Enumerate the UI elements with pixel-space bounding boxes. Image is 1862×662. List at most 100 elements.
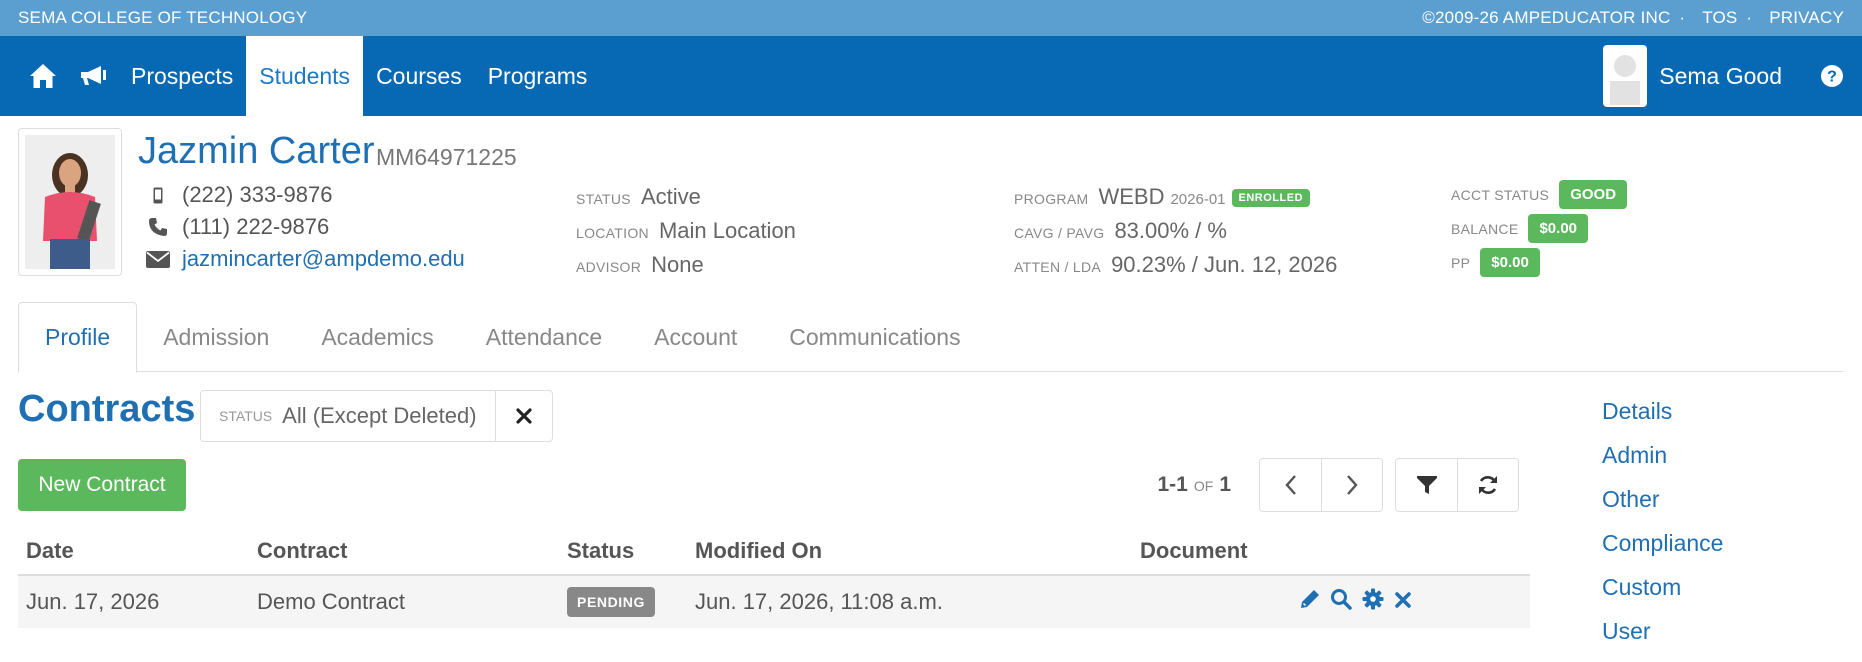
pp-field: PP $0.00 (1451, 248, 1540, 277)
nav-programs[interactable]: Programs (475, 36, 601, 116)
acct-status-field: ACCT STATUS GOOD (1451, 180, 1628, 209)
tab-profile[interactable]: Profile (18, 302, 138, 373)
pp-label: PP (1451, 254, 1471, 271)
side-link-other[interactable]: Other (1602, 486, 1723, 530)
status-filter-select[interactable]: STATUS All (Except Deleted) (201, 391, 496, 441)
delete-button[interactable] (1394, 589, 1412, 615)
of-label: OF (1193, 478, 1214, 494)
email-link[interactable]: jazmincarter@ampdemo.edu (182, 246, 465, 272)
settings-button[interactable] (1362, 588, 1384, 616)
cell-document (1132, 588, 1530, 616)
side-link-custom[interactable]: Custom (1602, 574, 1723, 618)
mobile-number: (222) 333-9876 (182, 182, 333, 207)
edit-button[interactable] (1300, 589, 1320, 615)
student-photo (18, 128, 122, 276)
pp-badge: $0.00 (1480, 248, 1540, 277)
view-button[interactable] (1330, 588, 1352, 616)
org-name: SEMA COLLEGE OF TECHNOLOGY (18, 8, 308, 27)
attendance-label: ATTEN / LDA (1014, 259, 1102, 275)
balance-badge: $0.00 (1528, 214, 1589, 243)
side-link-user[interactable]: User (1602, 618, 1723, 662)
tab-account[interactable]: Account (628, 302, 763, 372)
student-tabs: Profile Admission Academics Attendance A… (18, 302, 1843, 373)
record-count: 1-1 OF 1 (1158, 473, 1232, 497)
status-badge: PENDING (567, 587, 655, 617)
table-row: Jun. 17, 2026 Demo Contract PENDING Jun.… (18, 576, 1530, 628)
main-nav: Prospects Students Courses Programs Sema… (0, 36, 1862, 116)
side-link-compliance[interactable]: Compliance (1602, 530, 1723, 574)
col-date[interactable]: Date (18, 538, 249, 564)
status-filter: STATUS All (Except Deleted) (200, 390, 553, 442)
home-icon (30, 64, 56, 88)
program-term: 2026-01 (1170, 191, 1226, 208)
side-nav: Details Admin Other Compliance Custom Us… (1602, 398, 1723, 662)
top-strip: SEMA COLLEGE OF TECHNOLOGY ©2009-26 AMPE… (0, 0, 1862, 36)
mobile-row: (222) 333-9876 (146, 182, 332, 208)
tab-communications[interactable]: Communications (763, 302, 986, 372)
filter-icon (1416, 476, 1437, 494)
mobile-icon (146, 187, 170, 204)
copyright: ©2009-26 AMPEDUCATOR INC (1422, 8, 1671, 27)
student-header: Jazmin Carter MM64971225 (222) 333-9876 … (0, 116, 1862, 326)
table-header: Date Contract Status Modified On Documen… (18, 528, 1530, 576)
tab-academics[interactable]: Academics (295, 302, 459, 372)
next-page-button[interactable] (1321, 459, 1382, 511)
user-menu[interactable]: Sema Good (1603, 36, 1802, 116)
svg-text:?: ? (1827, 69, 1837, 86)
table-tools (1395, 458, 1519, 512)
acct-status-label: ACCT STATUS (1451, 186, 1550, 203)
nav-students[interactable]: Students (246, 36, 364, 116)
advisor-label: ADVISOR (576, 259, 642, 275)
location-field: LOCATION Main Location (576, 218, 796, 244)
refresh-button[interactable] (1457, 459, 1518, 511)
tab-admission[interactable]: Admission (137, 302, 295, 372)
home-button[interactable] (18, 36, 68, 116)
avatar (1603, 45, 1648, 107)
nav-courses[interactable]: Courses (363, 36, 475, 116)
help-button[interactable]: ? (1802, 36, 1862, 116)
location-label: LOCATION (576, 225, 649, 241)
envelope-icon (146, 250, 170, 268)
cell-date: Jun. 17, 2026 (26, 589, 160, 614)
new-contract-button[interactable]: New Contract (18, 459, 186, 511)
student-id: MM64971225 (376, 144, 517, 170)
privacy-link[interactable]: PRIVACY (1769, 8, 1844, 27)
side-link-details[interactable]: Details (1602, 398, 1723, 442)
cell-modified: Jun. 17, 2026, 11:08 a.m. (695, 589, 943, 614)
enrolled-badge: ENROLLED (1231, 189, 1311, 208)
col-document[interactable]: Document (1132, 538, 1530, 564)
phone-row: (111) 222-9876 (146, 214, 329, 240)
footer-links: ©2009-26 AMPEDUCATOR INC · TOS · PRIVACY (1418, 8, 1844, 28)
status-label: STATUS (576, 191, 631, 207)
col-status[interactable]: Status (559, 538, 687, 564)
megaphone-icon (81, 66, 106, 85)
pagination: 1-1 OF 1 (1158, 458, 1519, 512)
question-circle-icon: ? (1821, 65, 1843, 87)
separator: · (1679, 8, 1686, 27)
advisor-field: ADVISOR None (576, 252, 704, 278)
cell-contract: Demo Contract (257, 589, 405, 614)
announcements-button[interactable] (68, 36, 118, 116)
col-modified[interactable]: Modified On (687, 538, 1132, 564)
attendance-field: ATTEN / LDA 90.23% / Jun. 12, 2026 (1014, 252, 1337, 278)
clear-filter-button[interactable] (496, 391, 552, 441)
side-link-admin[interactable]: Admin (1602, 442, 1723, 486)
filter-button[interactable] (1396, 459, 1457, 511)
gear-icon (1362, 588, 1384, 610)
user-name: Sema Good (1659, 62, 1782, 89)
tos-link[interactable]: TOS (1702, 8, 1737, 27)
tab-attendance[interactable]: Attendance (460, 302, 628, 372)
pencil-icon (1301, 590, 1319, 608)
section-title: Contracts (18, 388, 196, 430)
cavg-label: CAVG / PAVG (1014, 225, 1105, 241)
search-icon (1331, 589, 1352, 610)
col-contract[interactable]: Contract (249, 538, 559, 564)
location-value: Main Location (658, 218, 796, 243)
nav-prospects[interactable]: Prospects (118, 36, 246, 116)
balance-field: BALANCE $0.00 (1451, 214, 1589, 243)
balance-label: BALANCE (1451, 220, 1519, 237)
close-icon (1395, 592, 1411, 608)
filter-label: STATUS (219, 408, 273, 424)
prev-page-button[interactable] (1260, 459, 1321, 511)
separator: · (1746, 8, 1753, 27)
